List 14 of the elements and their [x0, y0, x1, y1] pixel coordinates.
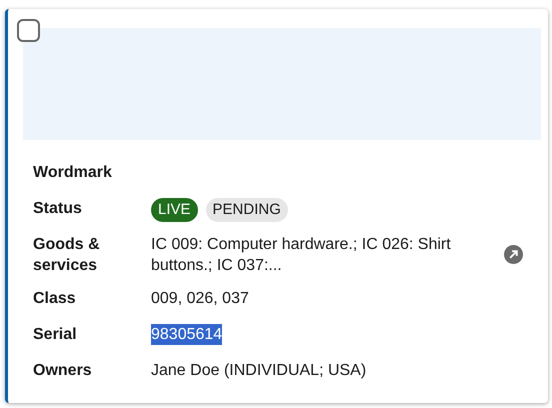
field-label: Status [33, 199, 83, 219]
open-link-icon[interactable] [504, 245, 523, 264]
field-label: Goods & services [33, 235, 101, 276]
status-tag: PENDING [206, 198, 288, 222]
field-label: Owners [33, 361, 93, 381]
field-value: Jane Doe (INDIVIDUAL; USA) [151, 361, 366, 381]
field-value: IC 009: Computer hardware.; IC 026: Shirt buttons.; IC 037:... [151, 235, 452, 276]
field-label: Serial [33, 325, 78, 345]
status-tag: LIVE [151, 198, 198, 222]
field-value: 98305614 [151, 324, 222, 345]
select-checkbox[interactable] [17, 19, 40, 42]
field-value: 009, 026, 037 [151, 289, 249, 309]
field-label: Wordmark [33, 163, 113, 183]
field-label: Class [33, 289, 77, 309]
